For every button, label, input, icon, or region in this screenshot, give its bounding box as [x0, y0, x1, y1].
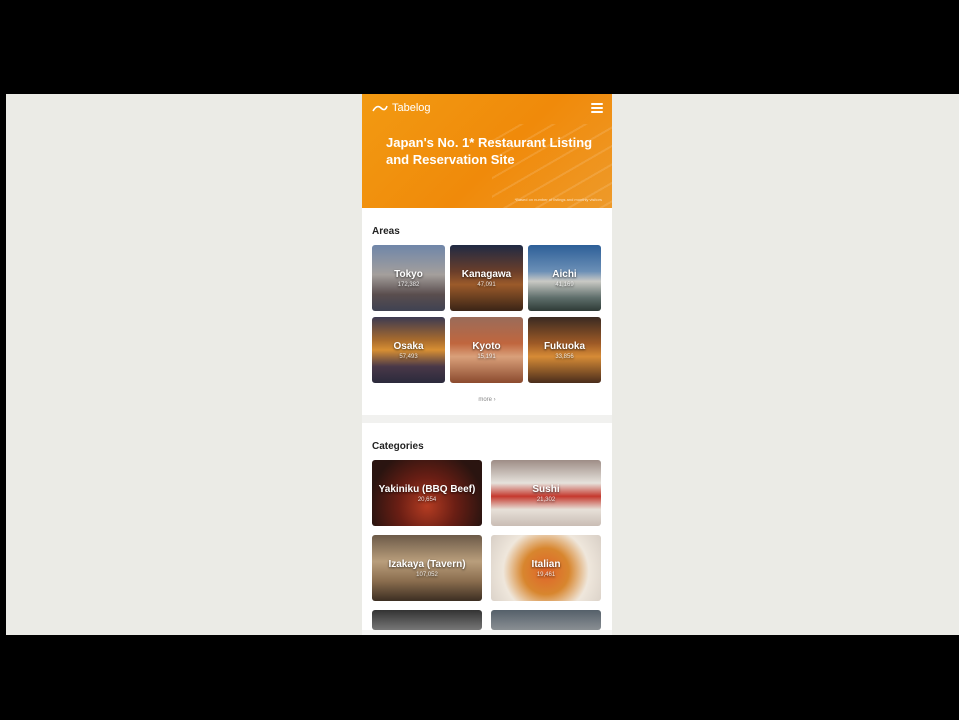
- area-name: Kyoto: [472, 340, 501, 352]
- area-name: Kanagawa: [461, 268, 512, 280]
- hamburger-menu-icon[interactable]: [591, 103, 603, 113]
- area-tile-tokyo[interactable]: Tokyo 172,382: [372, 245, 445, 311]
- hero-footnote: *Based on number of listings and monthly…: [514, 197, 602, 202]
- more-label: more: [478, 397, 492, 403]
- category-tile-yakiniku[interactable]: Yakiniku (BBQ Beef) 20,654: [372, 460, 482, 526]
- category-tile-italian[interactable]: Italian 19,461: [491, 535, 601, 601]
- video-letterbox-bottom: [0, 635, 959, 720]
- area-count: 47,091: [477, 281, 496, 288]
- categories-section: Categories Yakiniku (BBQ Beef) 20,654 Su…: [362, 423, 612, 630]
- area-tile-fukuoka[interactable]: Fukuoka 33,856: [528, 317, 601, 383]
- area-tile-osaka[interactable]: Osaka 57,493: [372, 317, 445, 383]
- mobile-page[interactable]: Tabelog Japan's No. 1* Restaurant Listin…: [362, 94, 612, 635]
- category-name: Italian: [531, 558, 561, 570]
- area-tile-kyoto[interactable]: Kyoto 15,191: [450, 317, 523, 383]
- category-count: 21,302: [536, 496, 556, 503]
- category-tile-partial[interactable]: [372, 610, 482, 630]
- areas-grid: Tokyo 172,382 Kanagawa 47,091 Aichi 41,1…: [372, 245, 602, 383]
- logo-text: Tabelog: [392, 102, 431, 114]
- chevron-right-icon: ›: [493, 397, 496, 403]
- area-tile-kanagawa[interactable]: Kanagawa 47,091: [450, 245, 523, 311]
- area-count: 15,191: [477, 353, 496, 360]
- logo-icon: [372, 103, 388, 113]
- areas-more-link[interactable]: more ›: [372, 383, 602, 415]
- category-name: Yakiniku (BBQ Beef): [378, 483, 476, 495]
- area-name: Tokyo: [394, 268, 423, 280]
- area-tile-aichi[interactable]: Aichi 41,169: [528, 245, 601, 311]
- area-count: 41,169: [555, 281, 574, 288]
- category-count: 19,461: [536, 571, 556, 578]
- category-count: 107,052: [416, 571, 438, 578]
- category-name: Izakaya (Tavern): [388, 558, 466, 570]
- video-letterbox-top: [0, 0, 959, 94]
- area-count: 172,382: [397, 281, 420, 288]
- areas-section: Areas Tokyo 172,382 Kanagawa 47,091 Aich…: [362, 208, 612, 415]
- hero-title: Japan's No. 1* Restaurant Listing and Re…: [386, 135, 593, 167]
- hero-header: Tabelog Japan's No. 1* Restaurant Listin…: [362, 94, 612, 208]
- category-name: Sushi: [532, 483, 560, 495]
- section-divider: [362, 415, 612, 423]
- category-tile-sushi[interactable]: Sushi 21,302: [491, 460, 601, 526]
- area-name: Osaka: [393, 340, 424, 352]
- categories-grid: Yakiniku (BBQ Beef) 20,654 Sushi 21,302 …: [372, 460, 602, 630]
- logo[interactable]: Tabelog: [372, 102, 431, 114]
- area-name: Fukuoka: [543, 340, 586, 352]
- areas-title: Areas: [372, 226, 400, 237]
- category-tile-partial[interactable]: [491, 610, 601, 630]
- category-tile-izakaya[interactable]: Izakaya (Tavern) 107,052: [372, 535, 482, 601]
- category-count: 20,654: [417, 496, 437, 503]
- categories-title: Categories: [372, 441, 424, 452]
- area-count: 57,493: [399, 353, 418, 360]
- video-frame: Tabelog Japan's No. 1* Restaurant Listin…: [6, 94, 959, 635]
- area-count: 33,856: [555, 353, 574, 360]
- area-name: Aichi: [552, 268, 577, 280]
